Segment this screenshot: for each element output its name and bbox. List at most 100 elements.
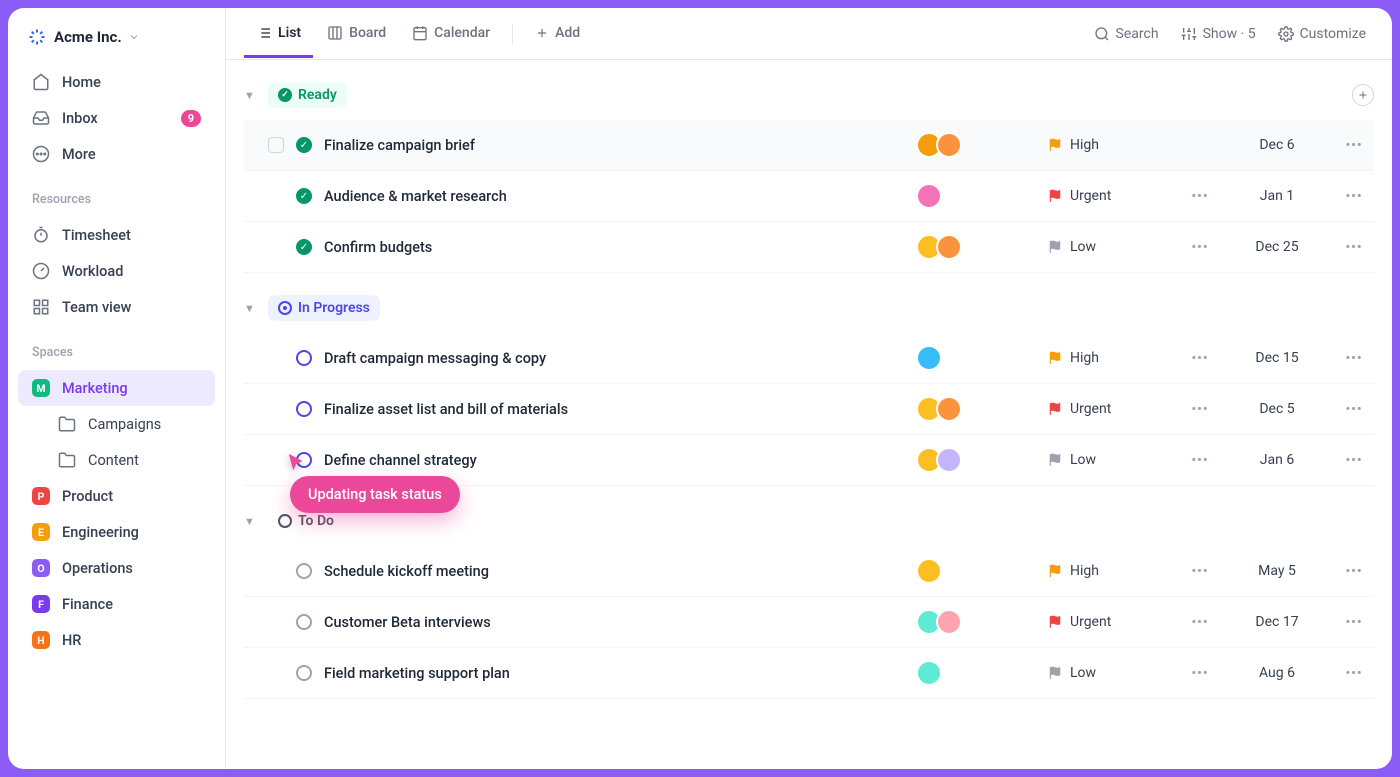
space-child-content[interactable]: Content <box>18 442 215 478</box>
task-row[interactable]: Finalize asset list and bill of material… <box>244 384 1374 435</box>
avatar[interactable] <box>936 396 962 422</box>
task-row[interactable]: Customer Beta interviews Urgent ••• Dec … <box>244 597 1374 648</box>
toolbar: List Board Calendar Add Search <box>226 8 1392 60</box>
add-task-button[interactable] <box>1352 84 1374 106</box>
status-pill[interactable]: In Progress <box>268 295 380 321</box>
task-row[interactable]: Draft campaign messaging & copy High •••… <box>244 333 1374 384</box>
task-status-icon[interactable] <box>296 563 312 579</box>
priority-cell[interactable]: High <box>1048 137 1168 153</box>
task-status-icon[interactable] <box>296 350 312 366</box>
task-row[interactable]: ✓ Finalize campaign brief High Dec 6 ••• <box>244 120 1374 171</box>
task-status-icon[interactable]: ✓ <box>296 188 312 204</box>
customize-button[interactable]: Customize <box>1270 20 1374 48</box>
avatar[interactable] <box>916 345 942 371</box>
priority-cell[interactable]: Low <box>1048 239 1168 255</box>
task-row[interactable]: Schedule kickoff meeting High ••• May 5 … <box>244 546 1374 597</box>
toggle-caret-icon[interactable]: ▼ <box>244 302 258 315</box>
assignees <box>916 396 1036 422</box>
row-actions-button[interactable]: ••• <box>1334 189 1374 204</box>
nav-workload[interactable]: Workload <box>18 253 215 289</box>
due-date[interactable]: May 5 <box>1232 563 1322 579</box>
priority-cell[interactable]: Urgent <box>1048 401 1168 417</box>
priority-cell[interactable]: High <box>1048 563 1168 579</box>
due-date[interactable]: Dec 15 <box>1232 350 1322 366</box>
task-status-icon[interactable]: ✓ <box>296 137 312 153</box>
task-row[interactable]: ✓ Audience & market research Urgent ••• … <box>244 171 1374 222</box>
priority-cell[interactable]: High <box>1048 350 1168 366</box>
more-button[interactable]: ••• <box>1180 402 1220 417</box>
priority-cell[interactable]: Urgent <box>1048 614 1168 630</box>
more-button[interactable]: ••• <box>1180 453 1220 468</box>
space-operations[interactable]: OOperations <box>18 550 215 586</box>
avatar[interactable] <box>936 132 962 158</box>
due-date[interactable]: Jan 1 <box>1232 188 1322 204</box>
status-pill[interactable]: ✓ Ready <box>268 82 347 108</box>
toggle-caret-icon[interactable]: ▼ <box>244 515 258 528</box>
space-product[interactable]: PProduct <box>18 478 215 514</box>
row-actions-button[interactable]: ••• <box>1334 615 1374 630</box>
view-tab-board[interactable]: Board <box>315 11 398 58</box>
nav-home[interactable]: Home <box>18 64 215 100</box>
avatar[interactable] <box>936 609 962 635</box>
task-row[interactable]: Field marketing support plan Low ••• Aug… <box>244 648 1374 699</box>
nav-inbox[interactable]: Inbox 9 <box>18 100 215 136</box>
more-button[interactable]: ••• <box>1180 189 1220 204</box>
space-icon: O <box>32 559 50 577</box>
more-button[interactable]: ••• <box>1180 615 1220 630</box>
task-title: Finalize campaign brief <box>324 137 904 154</box>
priority-cell[interactable]: Low <box>1048 665 1168 681</box>
task-title: Field marketing support plan <box>324 665 904 682</box>
avatar[interactable] <box>916 660 942 686</box>
due-date[interactable]: Dec 5 <box>1232 401 1322 417</box>
toggle-caret-icon[interactable]: ▼ <box>244 89 258 102</box>
row-actions-button[interactable]: ••• <box>1334 453 1374 468</box>
view-tab-calendar[interactable]: Calendar <box>400 11 502 58</box>
space-finance[interactable]: FFinance <box>18 586 215 622</box>
nav-teamview[interactable]: Team view <box>18 289 215 325</box>
space-engineering[interactable]: EEngineering <box>18 514 215 550</box>
task-status-icon[interactable] <box>296 401 312 417</box>
space-hr[interactable]: HHR <box>18 622 215 658</box>
avatar[interactable] <box>916 558 942 584</box>
search-button[interactable]: Search <box>1086 20 1167 48</box>
due-date[interactable]: Dec 17 <box>1232 614 1322 630</box>
nav-timesheet[interactable]: Timesheet <box>18 217 215 253</box>
avatar[interactable] <box>936 447 962 473</box>
task-checkbox[interactable] <box>268 137 284 153</box>
avatar[interactable] <box>916 183 942 209</box>
space-child-campaigns[interactable]: Campaigns <box>18 406 215 442</box>
section-spaces-label: Spaces <box>8 329 225 366</box>
flag-icon <box>1048 615 1062 629</box>
task-row[interactable]: ✓ Confirm budgets Low ••• Dec 25 ••• <box>244 222 1374 273</box>
view-tab-list[interactable]: List <box>244 11 313 58</box>
row-actions-button[interactable]: ••• <box>1334 138 1374 153</box>
row-actions-button[interactable]: ••• <box>1334 351 1374 366</box>
row-actions-button[interactable]: ••• <box>1334 240 1374 255</box>
more-button[interactable]: ••• <box>1180 564 1220 579</box>
more-icon <box>32 145 50 163</box>
more-button[interactable]: ••• <box>1180 351 1220 366</box>
avatar[interactable] <box>936 234 962 260</box>
more-button[interactable]: ••• <box>1180 666 1220 681</box>
due-date[interactable]: Jan 6 <box>1232 452 1322 468</box>
row-actions-button[interactable]: ••• <box>1334 666 1374 681</box>
priority-cell[interactable]: Urgent <box>1048 188 1168 204</box>
add-view-button[interactable]: Add <box>523 11 592 58</box>
space-marketing[interactable]: MMarketing <box>18 370 215 406</box>
nav-more[interactable]: More <box>18 136 215 172</box>
priority-cell[interactable]: Low <box>1048 452 1168 468</box>
due-date[interactable]: Dec 25 <box>1232 239 1322 255</box>
row-actions-button[interactable]: ••• <box>1334 564 1374 579</box>
show-button[interactable]: Show · 5 <box>1173 20 1264 48</box>
task-status-icon[interactable] <box>296 614 312 630</box>
row-actions-button[interactable]: ••• <box>1334 402 1374 417</box>
due-date[interactable]: Dec 6 <box>1232 137 1322 153</box>
assignees <box>916 183 1036 209</box>
task-status-icon[interactable] <box>296 665 312 681</box>
workspace-selector[interactable]: Acme Inc. <box>8 20 225 60</box>
group-todo: ▼ To Do Schedule kickoff meeting High ••… <box>244 502 1374 699</box>
due-date[interactable]: Aug 6 <box>1232 665 1322 681</box>
task-status-icon[interactable]: ✓ <box>296 239 312 255</box>
more-button[interactable]: ••• <box>1180 240 1220 255</box>
group-inprogress: ▼ In Progress Draft campaign messaging &… <box>244 289 1374 486</box>
